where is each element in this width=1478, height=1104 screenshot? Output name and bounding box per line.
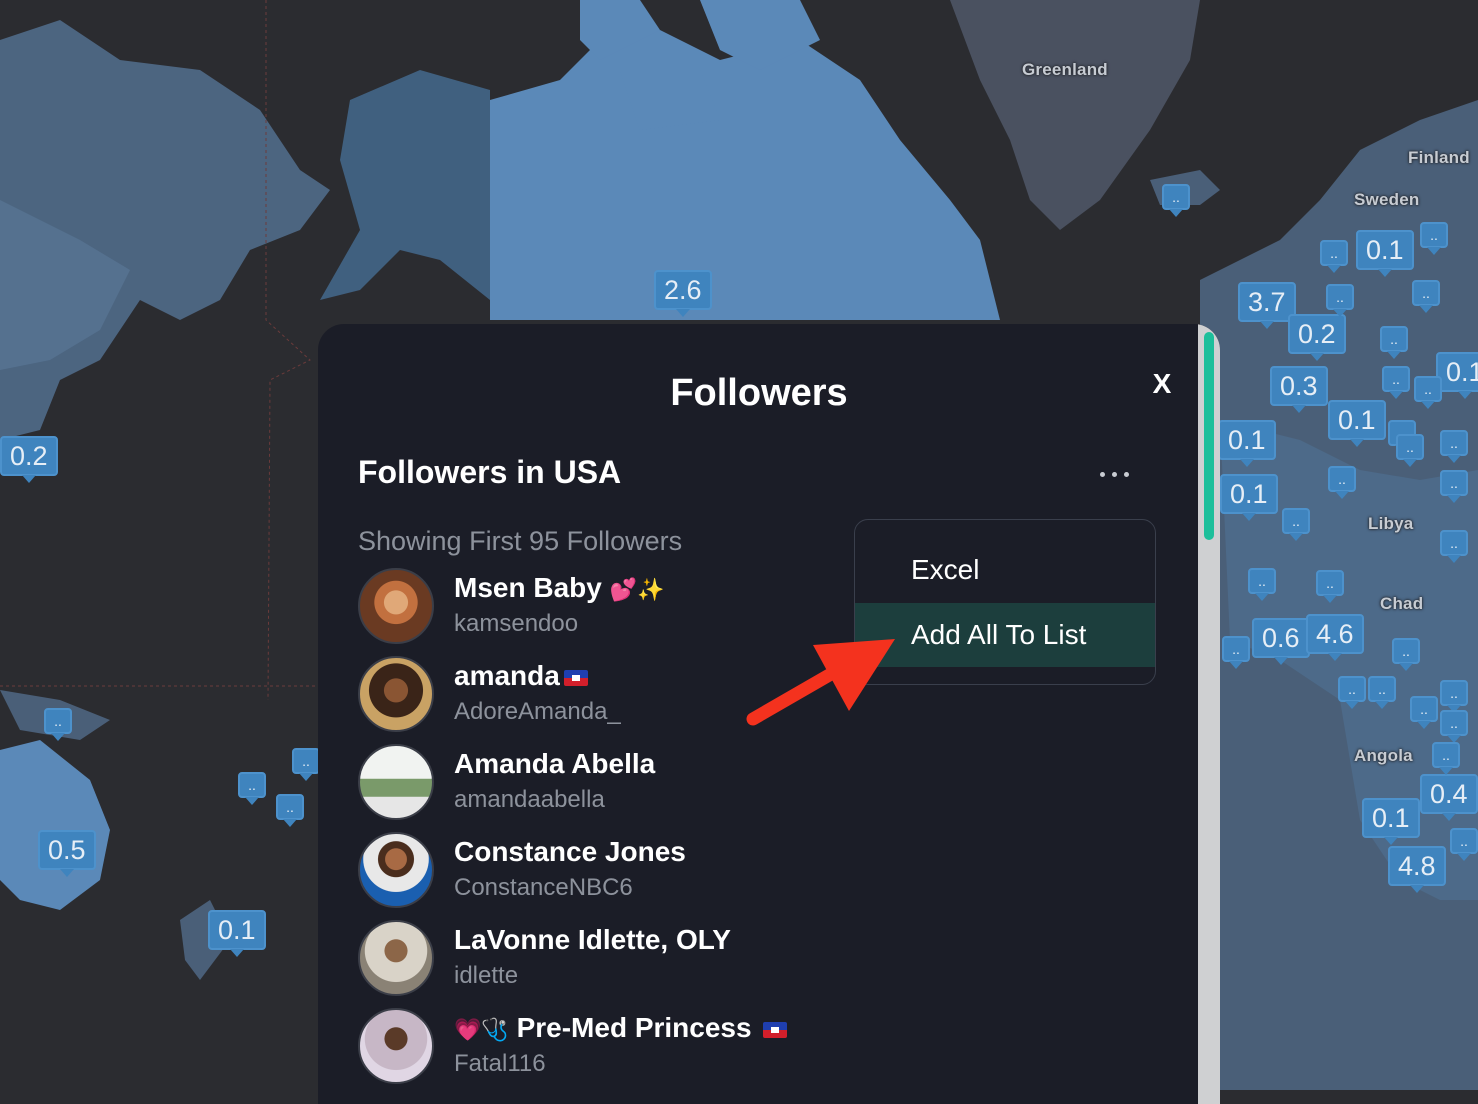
map-pin[interactable]: .. xyxy=(1282,508,1310,541)
country-label-finland: Finland xyxy=(1408,148,1470,167)
follower-handle: ConstanceNBC6 xyxy=(454,874,633,901)
map-pin[interactable]: 0.1 xyxy=(1436,352,1478,399)
map-pin[interactable]: 0.1 xyxy=(1220,474,1278,521)
more-options-button[interactable] xyxy=(1098,458,1132,488)
map-pin[interactable]: 0.2 xyxy=(0,436,58,483)
map-pin[interactable]: 3.7 xyxy=(1238,282,1296,329)
list-item[interactable]: 💗🩺 Pre-Med Princess Fatal116 xyxy=(358,1008,878,1096)
map-pin[interactable]: .. xyxy=(1412,280,1440,313)
map-pin[interactable]: .. xyxy=(1320,240,1348,273)
list-item[interactable]: Amanda Abella amandaabella xyxy=(358,744,878,832)
map-pin[interactable]: .. xyxy=(1392,638,1420,671)
map-pin[interactable]: 0.6 xyxy=(1252,618,1310,665)
list-item[interactable]: LaVonne Idlette, OLY idlette xyxy=(358,920,878,1008)
follower-handle: AdoreAmanda_ xyxy=(454,698,621,725)
map-pin[interactable]: .. xyxy=(1410,696,1438,729)
map-pin[interactable]: .. xyxy=(1380,326,1408,359)
map-pin[interactable]: .. xyxy=(1414,376,1442,409)
map-pin[interactable]: 4.6 xyxy=(1306,614,1364,661)
map-pin[interactable]: .. xyxy=(1440,710,1468,743)
map-pin[interactable]: 0.5 xyxy=(38,830,96,877)
haiti-flag-icon xyxy=(563,669,588,686)
follower-handle: kamsendoo xyxy=(454,610,579,637)
avatar xyxy=(358,744,434,820)
follower-handle: idlette xyxy=(454,962,519,989)
avatar xyxy=(358,920,434,996)
follower-name: Amanda Abella xyxy=(454,748,656,779)
follower-name: 💗🩺 Pre-Med Princess xyxy=(454,1012,788,1044)
modal-title: Followers xyxy=(670,372,848,414)
map-pin[interactable]: .. xyxy=(1432,742,1460,775)
map-pin[interactable]: .. xyxy=(1440,430,1468,463)
follower-name: LaVonne Idlette, OLY xyxy=(454,924,731,955)
map-pin[interactable]: .. xyxy=(1396,434,1424,467)
map-pin[interactable]: .. xyxy=(1222,636,1250,669)
map-pin[interactable]: .. xyxy=(292,748,320,781)
map-pin[interactable]: 0.1 xyxy=(1218,420,1276,467)
map-pin[interactable]: .. xyxy=(1248,568,1276,601)
list-item[interactable]: Constance Jones ConstanceNBC6 xyxy=(358,832,878,920)
avatar xyxy=(358,568,434,644)
map-pin[interactable]: .. xyxy=(1440,530,1468,563)
section-title: Followers in USA xyxy=(358,454,622,490)
avatar xyxy=(358,832,434,908)
follower-name-text: Msen Baby xyxy=(454,572,602,603)
follower-handle: Fatal116 xyxy=(454,1050,546,1077)
country-label-chad: Chad xyxy=(1380,594,1424,613)
country-label-greenland: Greenland xyxy=(1022,60,1108,79)
map-pin[interactable]: .. xyxy=(238,772,266,805)
close-button[interactable]: X xyxy=(1150,368,1174,400)
scrollbar-thumb[interactable] xyxy=(1204,332,1214,540)
map-pin[interactable]: 2.6 xyxy=(654,270,712,317)
map-pin[interactable]: .. xyxy=(1440,470,1468,503)
map-pin[interactable]: .. xyxy=(1368,676,1396,709)
map-pin[interactable]: .. xyxy=(1450,828,1478,861)
haiti-flag-icon xyxy=(763,1021,788,1038)
map-pin[interactable]: .. xyxy=(276,794,304,827)
map-pin[interactable]: 0.3 xyxy=(1270,366,1328,413)
map-pin[interactable]: .. xyxy=(1338,676,1366,709)
country-label-sweden: Sweden xyxy=(1354,190,1420,209)
map-pin[interactable]: .. xyxy=(1162,184,1190,217)
heart-stethoscope-emoji: 💗🩺 xyxy=(454,1017,509,1042)
map-pin[interactable]: 0.2 xyxy=(1288,314,1346,361)
map-pin[interactable]: 0.4 xyxy=(1420,774,1478,821)
map-pin[interactable]: .. xyxy=(1316,570,1344,603)
avatar xyxy=(358,656,434,732)
map-pin[interactable]: .. xyxy=(44,708,72,741)
map-pin[interactable]: 0.1 xyxy=(1362,798,1420,845)
dot-icon xyxy=(1112,472,1117,477)
hearts-sparkles-emoji: 💕✨ xyxy=(609,577,665,602)
dot-icon xyxy=(1100,472,1105,477)
follower-name: amanda xyxy=(454,660,588,692)
map-pin[interactable]: 0.1 xyxy=(208,910,266,957)
country-label-libya: Libya xyxy=(1368,514,1414,533)
follower-name: Constance Jones xyxy=(454,836,686,867)
menu-item-excel[interactable]: Excel xyxy=(855,538,1155,602)
dot-icon xyxy=(1124,472,1129,477)
avatar xyxy=(358,1008,434,1084)
map-pin[interactable]: 0.1 xyxy=(1356,230,1414,277)
country-label-angola: Angola xyxy=(1354,746,1413,765)
map-pin[interactable]: 0.1 xyxy=(1328,400,1386,447)
map-pin[interactable]: .. xyxy=(1440,680,1468,713)
map-pin[interactable]: .. xyxy=(1326,284,1354,317)
map-pin[interactable]: .. xyxy=(1382,366,1410,399)
map-pin[interactable]: .. xyxy=(1328,466,1356,499)
showing-count-text: Showing First 95 Followers xyxy=(358,526,683,556)
follower-name: Msen Baby 💕✨ xyxy=(454,572,664,604)
follower-handle: amandaabella xyxy=(454,786,605,813)
map-pin[interactable]: .. xyxy=(1420,222,1448,255)
annotation-arrow-icon xyxy=(746,639,895,726)
follower-name-text: Pre-Med Princess xyxy=(516,1012,752,1043)
follower-name-text: amanda xyxy=(454,660,560,691)
map-pin[interactable]: 4.8 xyxy=(1388,846,1446,893)
